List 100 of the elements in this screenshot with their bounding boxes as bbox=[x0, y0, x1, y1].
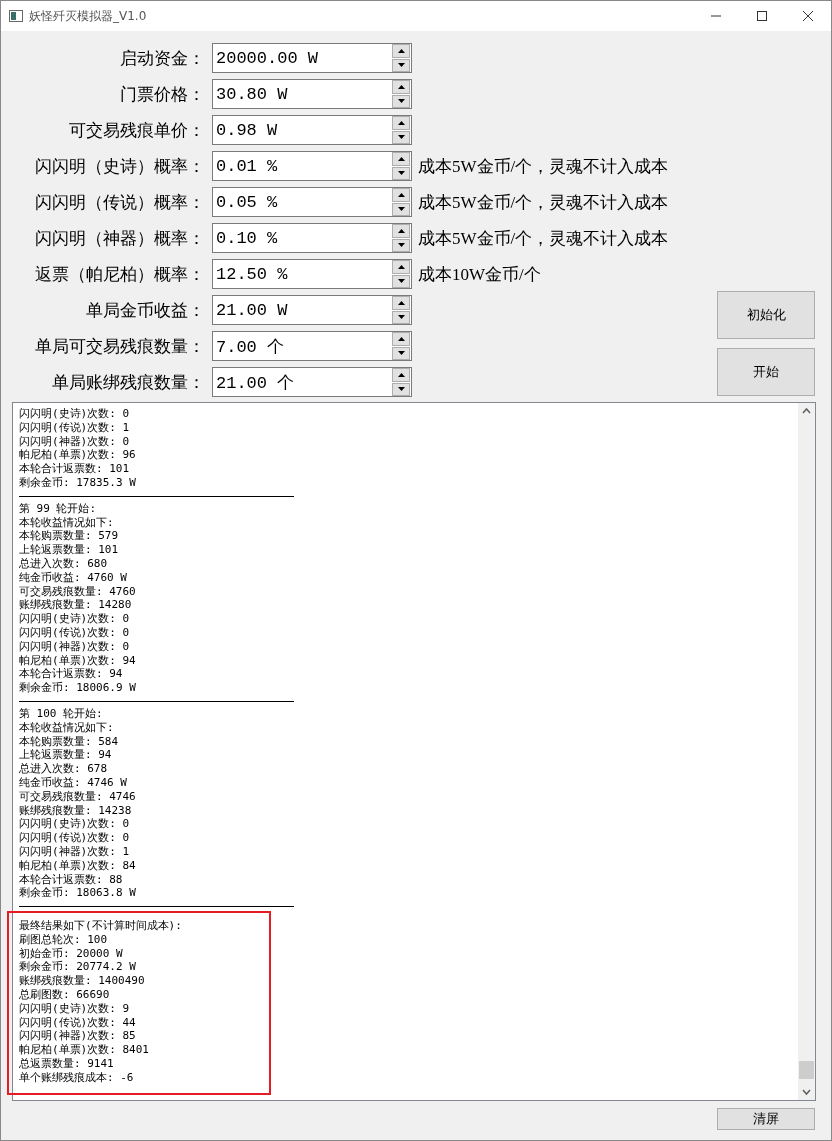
spin-down-button[interactable] bbox=[392, 130, 410, 144]
spin-down-button[interactable] bbox=[392, 94, 410, 108]
down-arrow-icon bbox=[397, 63, 405, 68]
log-line: 闪闪明(传说)次数: 1 bbox=[19, 420, 131, 435]
spin-up-button[interactable] bbox=[392, 368, 410, 382]
log-line: 闪闪明(神器)次数: 0 bbox=[19, 639, 131, 654]
down-arrow-icon bbox=[397, 387, 405, 392]
spin-box[interactable]: 12.50 % bbox=[212, 259, 412, 289]
field-label: 单局账绑残痕数量： bbox=[51, 371, 206, 394]
spin-up-button[interactable] bbox=[392, 116, 410, 130]
spin-up-button[interactable] bbox=[392, 80, 410, 94]
log-line: 剩余金币: 18063.8 W bbox=[19, 886, 137, 901]
spin-box[interactable]: 21.00 W bbox=[212, 295, 412, 325]
spin-box[interactable]: 30.80 W bbox=[212, 79, 412, 109]
spin-box[interactable]: 21.00 个 bbox=[212, 367, 412, 397]
field-label: 闪闪明（史诗）概率： bbox=[34, 155, 206, 178]
log-line: 上轮返票数量: 101 bbox=[19, 543, 120, 557]
up-arrow-icon bbox=[397, 192, 405, 197]
cost-note: 成本10W金币/个 bbox=[417, 263, 542, 286]
spin-box[interactable]: 0.01 % bbox=[212, 151, 412, 181]
spin-up-button[interactable] bbox=[392, 332, 410, 346]
spin-box[interactable]: 20000.00 W bbox=[212, 43, 412, 73]
log-line: 总进入次数: 678 bbox=[19, 762, 109, 776]
spin-down-button[interactable] bbox=[392, 202, 410, 216]
spin-down-button[interactable] bbox=[392, 274, 410, 288]
spin-down-button[interactable] bbox=[392, 346, 410, 360]
log-line: 闪闪明(传说)次数: 44 bbox=[19, 1015, 137, 1030]
down-arrow-icon bbox=[397, 99, 405, 104]
log-line: 纯金币收益: 4760 W bbox=[19, 570, 128, 585]
down-arrow-icon bbox=[397, 135, 405, 140]
log-line: 第 100 轮开始: bbox=[19, 706, 104, 721]
field-label: 闪闪明（传说）概率： bbox=[34, 191, 206, 214]
log-line: 帕尼柏(单票)次数: 8401 bbox=[19, 1043, 150, 1058]
spin-box[interactable]: 0.10 % bbox=[212, 223, 412, 253]
log-line: 闪闪明(传说)次数: 0 bbox=[19, 831, 131, 845]
log-line: 帕尼柏(单票)次数: 94 bbox=[19, 653, 137, 668]
spin-up-button[interactable] bbox=[392, 188, 410, 202]
field-label: 可交易残痕单价： bbox=[68, 119, 206, 142]
log-line: 本轮收益情况如下: bbox=[19, 720, 115, 735]
spin-up-button[interactable] bbox=[392, 44, 410, 58]
spin-box[interactable]: 7.00 个 bbox=[212, 331, 412, 361]
down-arrow-icon bbox=[397, 315, 405, 320]
log-line: 闪闪明(史诗)次数: 0 bbox=[19, 612, 131, 626]
down-arrow-icon bbox=[397, 171, 405, 176]
up-arrow-icon bbox=[397, 372, 405, 377]
log-line: 初始金币: 20000 W bbox=[19, 946, 124, 960]
spin-down-button[interactable] bbox=[392, 238, 410, 252]
log-line: 闪闪明(传说)次数: 0 bbox=[19, 625, 131, 640]
log-line: 剩余金币: 17835.3 W bbox=[19, 476, 137, 490]
spin-up-button[interactable] bbox=[392, 152, 410, 166]
field-label: 闪闪明（神器）概率： bbox=[34, 227, 206, 250]
down-arrow-icon bbox=[397, 279, 405, 284]
log-line: 本轮合计返票数: 94 bbox=[19, 667, 124, 681]
log-line: 总进入次数: 680 bbox=[19, 556, 109, 571]
window-title: 妖怪歼灭模拟器_V1.0 bbox=[29, 7, 148, 25]
initialize-button[interactable]: 初始化 bbox=[717, 291, 815, 339]
spin-box[interactable]: 0.98 W bbox=[212, 115, 412, 145]
spin-down-button[interactable] bbox=[392, 166, 410, 180]
log-line: 剩余金币: 18006.9 W bbox=[19, 681, 137, 695]
spin-up-button[interactable] bbox=[392, 260, 410, 274]
log-line: 账绑残痕数量: 1400490 bbox=[19, 974, 146, 989]
field-label: 单局可交易残痕数量： bbox=[34, 335, 206, 358]
spin-down-button[interactable] bbox=[392, 382, 410, 396]
field-label: 返票（帕尼柏）概率： bbox=[34, 263, 206, 286]
down-arrow-icon bbox=[397, 243, 405, 248]
log-line: 纯金币收益: 4746 W bbox=[19, 775, 128, 790]
spin-box[interactable]: 0.05 % bbox=[212, 187, 412, 217]
log-line: 可交易残痕数量: 4760 bbox=[19, 584, 137, 599]
log-line: 闪闪明(神器)次数: 1 bbox=[19, 844, 131, 859]
up-arrow-icon bbox=[397, 336, 405, 341]
log-line: 帕尼柏(单票)次数: 96 bbox=[19, 448, 137, 463]
log-line: 闪闪明(神器)次数: 85 bbox=[19, 1029, 137, 1044]
spin-up-button[interactable] bbox=[392, 296, 410, 310]
up-arrow-icon bbox=[397, 264, 405, 269]
log-line: 账绑残痕数量: 14280 bbox=[19, 598, 133, 613]
spin-down-button[interactable] bbox=[392, 58, 410, 72]
log-line: 闪闪明(神器)次数: 0 bbox=[19, 434, 131, 449]
log-line: 总返票数量: 9141 bbox=[19, 1057, 115, 1071]
app-icon bbox=[9, 10, 23, 22]
log-line: 本轮购票数量: 584 bbox=[19, 734, 120, 749]
field-label: 启动资金： bbox=[119, 47, 206, 70]
down-arrow-icon bbox=[397, 351, 405, 356]
field-label: 单局金币收益： bbox=[85, 299, 206, 322]
log-line: 单个账绑残痕成本: -6 bbox=[19, 1070, 135, 1085]
log-line: 刷图总轮次: 100 bbox=[19, 932, 109, 947]
up-arrow-icon bbox=[397, 120, 405, 125]
cost-note: 成本5W金币/个，灵魂不计入成本 bbox=[417, 155, 669, 178]
scroll-bar[interactable] bbox=[798, 403, 815, 1100]
spin-down-button[interactable] bbox=[392, 310, 410, 324]
log-line: 本轮合计返票数: 101 bbox=[19, 462, 131, 476]
scroll-thumb[interactable] bbox=[799, 1061, 814, 1079]
log-line: 本轮收益情况如下: bbox=[19, 515, 115, 530]
log-line: 账绑残痕数量: 14238 bbox=[19, 803, 133, 818]
clear-button[interactable]: 清屏 bbox=[717, 1108, 815, 1130]
log-line: 帕尼柏(单票)次数: 84 bbox=[19, 858, 137, 873]
start-button[interactable]: 开始 bbox=[717, 348, 815, 396]
up-arrow-icon bbox=[397, 156, 405, 161]
log-line: 本轮购票数量: 579 bbox=[19, 529, 120, 544]
spin-up-button[interactable] bbox=[392, 224, 410, 238]
field-label: 门票价格： bbox=[119, 83, 206, 106]
